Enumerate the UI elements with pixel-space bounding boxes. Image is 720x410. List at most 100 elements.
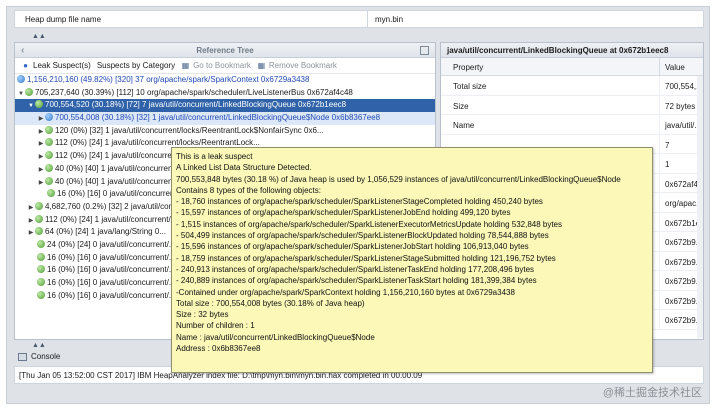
leak-suspect-tooltip: This is a leak suspect A Linked List Dat… — [171, 147, 653, 373]
tree-row[interactable]: 1,156,210,160 (49.82%) [320] 37 org/apac… — [15, 74, 435, 87]
object-node-icon — [45, 176, 53, 185]
tooltip-line: - 18,759 instances of org/apache/spark/s… — [176, 253, 556, 263]
tooltip-line: 700,553,848 bytes (30.18 %) of Java heap… — [176, 174, 621, 184]
tooltip-line: - 1,515 instances of org/apache/spark/sc… — [176, 219, 563, 229]
object-node-icon — [25, 87, 33, 96]
remove-bookmark-icon: ▦ — [257, 61, 266, 70]
scroll-left-icon[interactable]: ‹ — [21, 43, 24, 58]
console-tab[interactable]: Console — [14, 349, 174, 364]
vertical-scrollbar[interactable] — [697, 76, 703, 338]
tree-row-label: 64 (0%) [24] 1 java/lang/String 0... — [45, 227, 166, 237]
divider — [659, 154, 660, 174]
tree-row-selected[interactable]: ▼ 700,554,520 (30.18%) [72] 7 java/util/c… — [15, 99, 435, 113]
tree-row-label: 16 (0%) [16] 0 java/util/concurrent/... — [47, 265, 176, 275]
divider — [659, 290, 660, 310]
object-node-icon — [35, 214, 43, 223]
divider — [659, 232, 660, 252]
object-node-icon — [35, 227, 43, 236]
divider — [659, 310, 660, 330]
tooltip-line: - 240,913 instances of org/apache/spark/… — [176, 264, 535, 274]
object-node-icon — [35, 100, 43, 109]
divider — [659, 193, 660, 213]
heap-dump-label: Heap dump file name — [25, 15, 102, 24]
table-row[interactable]: Size 72 bytes — [441, 95, 703, 115]
maximize-icon[interactable] — [420, 46, 429, 55]
splitter-grip-icon[interactable]: ▲▲ — [32, 33, 46, 40]
tooltip-line: - 18,760 instances of org/apache/spark/s… — [176, 197, 543, 207]
pane-title: Reference Tree — [196, 46, 254, 55]
divider — [659, 134, 660, 154]
goto-bookmark-label: Go to Bookmark — [193, 61, 251, 70]
object-node-icon — [37, 278, 45, 286]
value-cell: 72 bytes — [665, 101, 696, 111]
tree-row-label: 112 (0%) [24] 1 java/util/concurrent/... — [45, 214, 178, 224]
tree-row[interactable]: ▶ 700,554,008 (30.18%) [32] 1 java/util/c… — [15, 112, 435, 125]
properties-title: java/util/concurrent/LinkedBlockingQueue… — [441, 43, 703, 58]
tree-row-label: 16 (0%) [16] 0 java/util/concurrent/... — [47, 278, 176, 287]
console-tab-label: Console — [31, 352, 61, 361]
tooltip-line: Address : 0x6b8367ee8 — [176, 344, 261, 354]
tooltip-line: Total size : 700,554,008 bytes (30.18% o… — [176, 298, 365, 308]
tree-row[interactable]: ▼ 705,237,640 (30.39%) [112] 10 org/apach… — [15, 87, 435, 100]
column-header-property[interactable]: Property — [453, 63, 483, 72]
goto-bookmark-button[interactable]: ▦ Go to Bookmark — [181, 61, 251, 70]
tooltip-line: Name : java/util/concurrent/LinkedBlocki… — [176, 332, 375, 342]
value-cell: 7 — [665, 140, 670, 150]
table-row[interactable]: Total size 700,554,... — [441, 76, 703, 96]
tree-row-label: 120 (0%) [32] 1 java/util/concurrent/loc… — [55, 125, 324, 135]
splitter-grip-icon[interactable]: ▲▲ — [32, 342, 46, 349]
property-cell: Size — [453, 101, 469, 111]
divider — [659, 173, 660, 193]
remove-bookmark-button[interactable]: ▦ Remove Bookmark — [257, 61, 337, 70]
object-node-icon — [37, 265, 45, 274]
divider — [659, 95, 660, 115]
remove-bookmark-label: Remove Bookmark — [268, 61, 337, 70]
pane-header: ‹ Reference Tree — [15, 43, 435, 58]
tree-row-label: 700,554,008 (30.18%) [32] 1 java/util/co… — [55, 113, 381, 123]
object-node-icon — [37, 252, 45, 261]
divider — [659, 212, 660, 232]
object-node-icon — [45, 163, 53, 172]
object-node-icon — [45, 151, 53, 160]
tooltip-line: -Contained under org/apache/spark/SparkC… — [176, 287, 515, 297]
tooltip-line: Number of children : 1 — [176, 321, 255, 331]
bookmark-grid-icon: ▦ — [181, 61, 190, 70]
suspects-by-category-button[interactable]: Suspects by Category — [97, 61, 175, 70]
divider — [659, 115, 660, 135]
tree-row-label: 1,156,210,160 (49.82%) [320] 37 org/apac… — [27, 75, 310, 84]
tooltip-line: - 15,597 instances of org/apache/spark/s… — [176, 208, 511, 218]
tooltip-line: This is a leak suspect — [176, 152, 253, 161]
heap-dump-value: myn.bin — [375, 15, 404, 24]
object-node-icon — [17, 75, 25, 83]
object-node-icon — [37, 239, 45, 248]
tree-row-label: 16 (0%) [16] 0 java/util/concurrent/... — [47, 290, 176, 300]
drop-icon: ● — [23, 61, 28, 70]
tooltip-line: A Linked List Data Structure Detected. — [176, 163, 312, 173]
tooltip-line: - 15,596 instances of org/apache/spark/s… — [176, 242, 529, 252]
divider — [659, 251, 660, 271]
tooltip-line: Size : 32 bytes — [176, 310, 229, 320]
object-node-icon — [35, 201, 43, 210]
console-icon — [18, 352, 27, 361]
leak-suspects-button[interactable]: ● Leak Suspect(s) — [21, 61, 91, 70]
object-node-icon — [45, 113, 53, 122]
divider — [659, 58, 660, 76]
tree-row-label: 705,237,640 (30.39%) [112] 10 org/apache… — [35, 87, 353, 97]
tooltip-line: Contains 8 types of the following object… — [176, 185, 321, 195]
object-node-icon — [45, 125, 53, 134]
tree-row-label: 700,554,520 (30.18%) [72] 7 java/util/co… — [45, 100, 347, 110]
object-node-icon — [47, 189, 55, 198]
value-cell: 1 — [665, 160, 670, 169]
tooltip-line: - 504,499 instances of org/apache/spark/… — [176, 231, 549, 241]
tree-row[interactable]: ▶ 120 (0%) [32] 1 java/util/concurrent/lo… — [15, 125, 435, 138]
column-header-value[interactable]: Value — [665, 63, 685, 72]
divider — [367, 11, 368, 27]
tree-row-label: 24 (0%) [24] 0 java/util/concurrent/... — [47, 239, 176, 249]
watermark: @稀土掘金技术社区 — [602, 387, 702, 399]
suspects-by-category-label: Suspects by Category — [96, 61, 176, 70]
value-cell: java/util/... — [665, 121, 702, 130]
table-row[interactable]: Name java/util/... — [441, 115, 703, 135]
tree-toolbar: ● Leak Suspect(s) Suspects by Category ▦… — [15, 58, 435, 74]
property-cell: Name — [453, 121, 475, 130]
divider — [659, 271, 660, 291]
